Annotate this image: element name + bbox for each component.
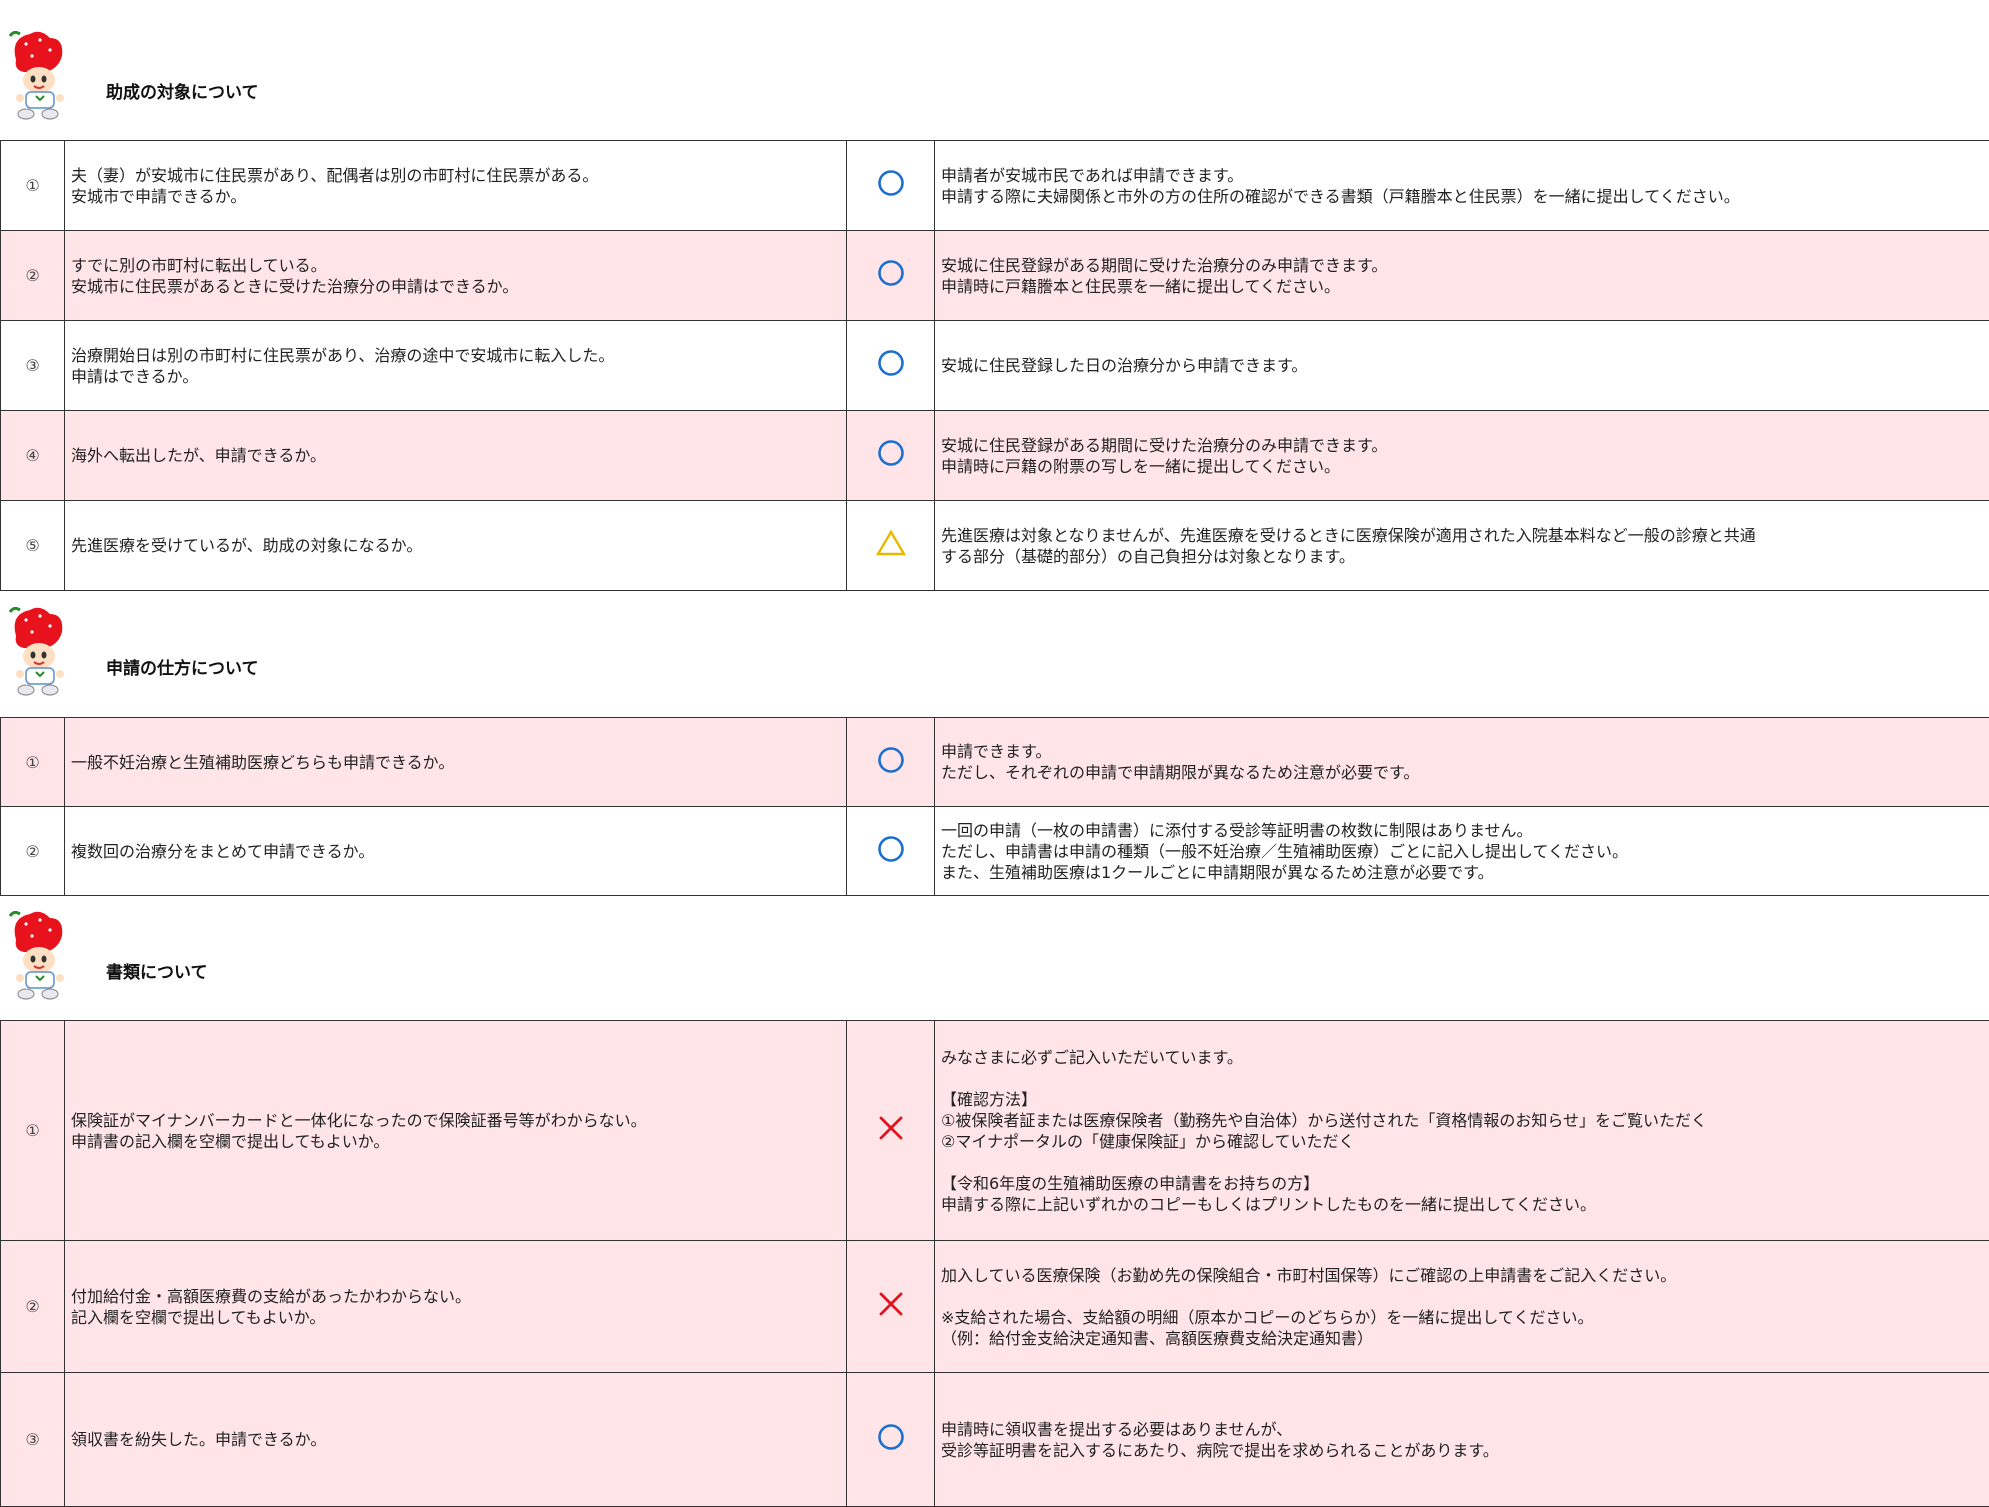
answer-mark-cell bbox=[846, 1020, 935, 1241]
qa-row: ① 夫（妻）が安城市に住民票があり、配偶者は別の市町村に住民票がある。 安城市で申… bbox=[0, 140, 1989, 231]
section-title: 申請の仕方について bbox=[106, 659, 259, 679]
answer-mark-cell bbox=[846, 806, 935, 896]
answer-text: 申請者が安城市民であれば申請できます。 申請する際に夫婦関係と市外の方の住所の確… bbox=[934, 140, 1989, 231]
row-number: ① bbox=[0, 1020, 65, 1241]
circle-mark-icon bbox=[876, 258, 906, 288]
question-text: 海外へ転出したが、申請できるか。 bbox=[64, 410, 847, 501]
row-number: ① bbox=[0, 140, 65, 231]
qa-row: ① 保険証がマイナンバーカードと一体化になったので保険証番号等がわからない。 申請… bbox=[0, 1020, 1989, 1241]
answer-text: 安城に住民登録した日の治療分から申請できます。 bbox=[934, 320, 1989, 411]
row-number: ③ bbox=[0, 1372, 65, 1507]
question-text: 一般不妊治療と生殖補助医療どちらも申請できるか。 bbox=[64, 717, 847, 807]
section-title: 書類について bbox=[106, 963, 208, 983]
answer-text: みなさまに必ずご記入いただいています。 【確認方法】 ①被保険者証または医療保険… bbox=[934, 1020, 1989, 1241]
answer-mark-cell bbox=[846, 320, 935, 411]
qa-row: ③ 治療開始日は別の市町村に住民票があり、治療の途中で安城市に転入した。 申請はで… bbox=[0, 320, 1989, 411]
qa-row: ② 付加給付金・高額医療費の支給があったかわからない。 記入欄を空欄で提出してもよ… bbox=[0, 1240, 1989, 1373]
qa-row: ③ 領収書を紛失した。申請できるか。 申請時に領収書を提出する必要はありませんが、 … bbox=[0, 1372, 1989, 1507]
question-text: 夫（妻）が安城市に住民票があり、配偶者は別の市町村に住民票がある。 安城市で申請… bbox=[64, 140, 847, 231]
qa-row: ① 一般不妊治療と生殖補助医療どちらも申請できるか。 申請できます。 ただし、それぞ… bbox=[0, 717, 1989, 807]
qa-table: ① 一般不妊治療と生殖補助医療どちらも申請できるか。 申請できます。 ただし、それぞ… bbox=[0, 717, 1989, 896]
question-text: 治療開始日は別の市町村に住民票があり、治療の途中で安城市に転入した。 申請はでき… bbox=[64, 320, 847, 411]
question-text: 領収書を紛失した。申請できるか。 bbox=[64, 1372, 847, 1507]
row-number: ③ bbox=[0, 320, 65, 411]
circle-mark-icon bbox=[876, 168, 906, 198]
qa-table: ① 保険証がマイナンバーカードと一体化になったので保険証番号等がわからない。 申請… bbox=[0, 1020, 1989, 1507]
cross-mark-icon bbox=[876, 1289, 906, 1319]
row-number: ④ bbox=[0, 410, 65, 501]
answer-text: 一回の申請（一枚の申請書）に添付する受診等証明書の枚数に制限はありません。 ただ… bbox=[934, 806, 1989, 896]
qa-row: ② すでに別の市町村に転出している。 安城市に住民票があるときに受けた治療分の申請… bbox=[0, 230, 1989, 321]
row-number: ② bbox=[0, 806, 65, 896]
answer-mark-cell bbox=[846, 717, 935, 807]
circle-mark-icon bbox=[876, 1422, 906, 1452]
section-title: 助成の対象について bbox=[106, 83, 259, 103]
question-text: 付加給付金・高額医療費の支給があったかわからない。 記入欄を空欄で提出してもよい… bbox=[64, 1240, 847, 1373]
qa-row: ② 複数回の治療分をまとめて申請できるか。 一回の申請（一枚の申請書）に添付する受診… bbox=[0, 806, 1989, 896]
row-number: ② bbox=[0, 1240, 65, 1373]
answer-mark-cell bbox=[846, 500, 935, 591]
circle-mark-icon bbox=[876, 834, 906, 864]
cross-mark-icon bbox=[876, 1113, 906, 1143]
circle-mark-icon bbox=[876, 745, 906, 775]
question-text: 先進医療を受けているが、助成の対象になるか。 bbox=[64, 500, 847, 591]
qa-row: ⑤ 先進医療を受けているが、助成の対象になるか。 先進医療は対象となりませんが、先進… bbox=[0, 500, 1989, 591]
answer-mark-cell bbox=[846, 1372, 935, 1507]
circle-mark-icon bbox=[876, 348, 906, 378]
answer-mark-cell bbox=[846, 1240, 935, 1373]
qa-table: ① 夫（妻）が安城市に住民票があり、配偶者は別の市町村に住民票がある。 安城市で申… bbox=[0, 140, 1989, 591]
triangle-mark-icon bbox=[875, 528, 907, 558]
row-number: ⑤ bbox=[0, 500, 65, 591]
strawberry-mascot-icon bbox=[6, 606, 76, 696]
row-number: ① bbox=[0, 717, 65, 807]
answer-text: 申請時に領収書を提出する必要はありませんが、 受診等証明書を記入するにあたり、病… bbox=[934, 1372, 1989, 1507]
strawberry-mascot-icon bbox=[6, 910, 76, 1000]
circle-mark-icon bbox=[876, 438, 906, 468]
answer-text: 申請できます。 ただし、それぞれの申請で申請期限が異なるため注意が必要です。 bbox=[934, 717, 1989, 807]
answer-mark-cell bbox=[846, 410, 935, 501]
question-text: すでに別の市町村に転出している。 安城市に住民票があるときに受けた治療分の申請は… bbox=[64, 230, 847, 321]
qa-row: ④ 海外へ転出したが、申請できるか。 安城に住民登録がある期間に受けた治療分のみ申請… bbox=[0, 410, 1989, 501]
strawberry-mascot-icon bbox=[6, 30, 76, 120]
row-number: ② bbox=[0, 230, 65, 321]
answer-text: 安城に住民登録がある期間に受けた治療分のみ申請できます。 申請時に戸籍謄本と住民… bbox=[934, 230, 1989, 321]
answer-mark-cell bbox=[846, 230, 935, 321]
answer-text: 加入している医療保険（お勤め先の保険組合・市町村国保等）にご確認の上申請書をご記… bbox=[934, 1240, 1989, 1373]
answer-text: 安城に住民登録がある期間に受けた治療分のみ申請できます。 申請時に戸籍の附票の写… bbox=[934, 410, 1989, 501]
answer-text: 先進医療は対象となりませんが、先進医療を受けるときに医療保険が適用された入院基本… bbox=[934, 500, 1989, 591]
answer-mark-cell bbox=[846, 140, 935, 231]
question-text: 複数回の治療分をまとめて申請できるか。 bbox=[64, 806, 847, 896]
question-text: 保険証がマイナンバーカードと一体化になったので保険証番号等がわからない。 申請書… bbox=[64, 1020, 847, 1241]
